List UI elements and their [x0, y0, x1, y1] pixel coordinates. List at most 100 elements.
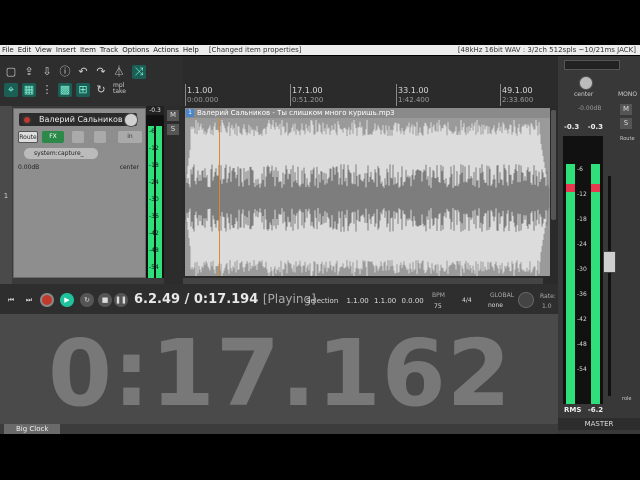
media-item-title: Валерий Сальников - Ты слишком много кур…	[185, 108, 550, 118]
meter-scale-label: -54	[149, 264, 159, 271]
menu-edit[interactable]: Edit	[16, 46, 34, 54]
selection-start[interactable]: 1.1.00	[341, 297, 369, 305]
automation-icon[interactable]	[94, 131, 106, 143]
time-signature[interactable]: 4/4	[462, 297, 472, 304]
phase-icon[interactable]	[72, 131, 84, 143]
menu-file[interactable]: File	[0, 46, 16, 54]
master-clip-left	[566, 184, 575, 192]
mute-solo-column: M S	[164, 106, 183, 284]
track-fx-button[interactable]: FX	[42, 131, 64, 143]
undo-icon[interactable]: ↶	[76, 65, 90, 79]
bpm-value[interactable]: 75	[434, 303, 442, 310]
ruler-time-4: 2:33.600	[502, 96, 534, 104]
meter-scale-label: -30	[149, 196, 159, 203]
loop-icon[interactable]: ↻	[94, 83, 108, 97]
selection-length[interactable]: 0.0.00	[399, 297, 424, 305]
track-number[interactable]: 1	[0, 106, 12, 284]
big-clock-time: 0:17.162	[48, 320, 512, 427]
metronome-icon[interactable]: ⏃	[112, 65, 126, 79]
menu-help[interactable]: Help	[181, 46, 201, 54]
rate-value[interactable]: 1.0	[542, 303, 552, 310]
go-to-start-icon[interactable]: ⏮	[4, 293, 18, 307]
snap-icon[interactable]: ⌖	[4, 83, 18, 97]
vertical-scrollbar[interactable]	[551, 110, 556, 220]
transport-time-display[interactable]: 6.2.49 / 0:17.194 [Playing]	[134, 292, 316, 307]
audio-device-info[interactable]: [48kHz 16bit WAV : 3/2ch 512spls ~10/21m…	[458, 46, 640, 54]
meter-scale-label: -18	[149, 162, 159, 169]
repeat-icon[interactable]: ↻	[80, 293, 94, 307]
master-pan-readout: center	[574, 91, 594, 98]
ruler-tick	[396, 84, 397, 106]
main-toolbar: ▢ ⇪ ⇩ ⓘ ↶ ↷ ⏃ ⤨ ⌖ ▦ ⋮ ▩ ⊞ ↻ mpl take	[0, 56, 183, 106]
go-to-end-icon[interactable]: ⏭	[22, 293, 36, 307]
master-rms-readout: RMS -6.2	[564, 406, 603, 414]
selection-panel[interactable]: Selection 1.1.00 1.1.00 0.0.00	[306, 292, 424, 310]
rate-label: Rate:	[540, 293, 556, 300]
record-input-select[interactable]: system:capture_	[24, 148, 98, 159]
master-role-button[interactable]: role	[622, 396, 631, 402]
edit-cursor	[219, 118, 220, 276]
master-meter-scale-label: -12	[577, 191, 587, 198]
menu-insert[interactable]: Insert	[54, 46, 78, 54]
menu-item[interactable]: Item	[78, 46, 98, 54]
selection-end[interactable]: 1.1.00	[371, 297, 396, 305]
media-item[interactable]: Валерий Сальников - Ты слишком много кур…	[185, 108, 550, 276]
master-mute-button[interactable]: M	[620, 104, 632, 115]
ripple-edit-icon[interactable]: ⤨	[132, 65, 146, 79]
track-io-button[interactable]: in	[118, 131, 142, 143]
stop-button[interactable]: ■	[98, 293, 112, 307]
play-button[interactable]: ▶	[60, 293, 74, 307]
master-meter-scale-label: -48	[577, 341, 587, 348]
master-fader-handle[interactable]	[603, 251, 616, 273]
master-route-button[interactable]: Route	[620, 136, 635, 142]
menu-view[interactable]: View	[33, 46, 54, 54]
master-volume-readout: -0.00dB	[578, 105, 602, 112]
transport-bar: ⏮ ⏭ ▶ ↻ ■ ❚❚ 6.2.49 / 0:17.194 [Playing]…	[0, 284, 558, 314]
master-mono-button[interactable]: MONO	[618, 91, 637, 98]
pause-button[interactable]: ❚❚	[114, 293, 128, 307]
ruler-bar-3: 33.1.00	[398, 86, 429, 95]
redo-icon[interactable]: ↷	[94, 65, 108, 79]
save-project-icon[interactable]: ⇩	[40, 65, 54, 79]
master-fader-track[interactable]	[608, 176, 611, 396]
ruler-bar-1: 1.1.00	[187, 86, 213, 95]
track-volume-knob[interactable]	[124, 113, 138, 127]
global-value[interactable]: none	[488, 302, 503, 309]
record-button[interactable]	[40, 293, 54, 307]
track-mute-button[interactable]: M	[167, 110, 179, 121]
open-project-icon[interactable]: ⇪	[22, 65, 36, 79]
record-arm-button[interactable]	[22, 115, 32, 125]
master-solo-button[interactable]: S	[620, 118, 632, 129]
envelope-lock-icon[interactable]: ⋮	[40, 83, 54, 97]
new-project-icon[interactable]: ▢	[4, 65, 18, 79]
auto-crossfade-icon[interactable]: ⊞	[76, 83, 90, 97]
track-volume-readout: 0.00dB	[18, 164, 40, 171]
track-solo-button[interactable]: S	[167, 124, 179, 135]
grid-lines-icon[interactable]: ▩	[58, 83, 72, 97]
track-route-button[interactable]: Route	[18, 131, 38, 143]
master-fx-slot[interactable]	[564, 60, 620, 70]
menu-track[interactable]: Track	[98, 46, 120, 54]
project-settings-icon[interactable]: ⓘ	[58, 65, 72, 79]
big-clock-panel[interactable]: 0:17.162	[0, 314, 558, 427]
master-meter-right	[591, 164, 600, 404]
master-vu-meter: -6 -12 -18 -24 -30 -36 -42 -48 -54	[563, 136, 603, 404]
top-black-area	[0, 0, 640, 45]
arrange-view[interactable]: Валерий Сальников - Ты слишком много кур…	[183, 106, 558, 284]
bpm-label: BPM	[432, 292, 445, 299]
timeline-ruler[interactable]: 1.1.00 0:00.000 17.1.00 0:51.200 33.1.00…	[183, 56, 558, 106]
master-clip-right	[591, 184, 600, 192]
master-strip: center MONO -0.00dB -0.3 -0.3 -6 -12 -18 -2…	[558, 56, 640, 434]
track-control-panel[interactable]: Валерий Сальников - Т Route FX in system…	[13, 108, 146, 278]
menu-options[interactable]: Options	[120, 46, 151, 54]
track-meter-peak: -0.3	[146, 106, 164, 115]
track-name[interactable]: Валерий Сальников - Т	[19, 113, 137, 126]
menu-actions[interactable]: Actions	[151, 46, 181, 54]
grid-icon[interactable]: ▦	[22, 83, 36, 97]
transport-position: 6.2.49 / 0:17.194	[134, 292, 259, 307]
ruler-time-1: 0:00.000	[187, 96, 219, 104]
master-pan-knob[interactable]	[579, 76, 593, 90]
master-meter-scale-label: -36	[577, 291, 587, 298]
big-clock-tab[interactable]: Big Clock	[4, 424, 60, 434]
playrate-knob[interactable]	[518, 292, 534, 308]
